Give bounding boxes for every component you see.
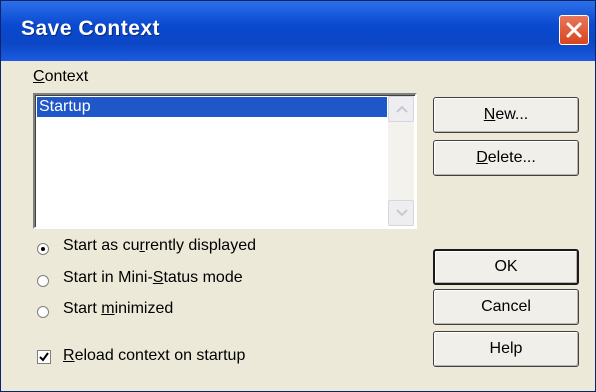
radio-dot	[41, 247, 45, 251]
ok-button[interactable]: OK	[433, 249, 579, 285]
list-item[interactable]: Startup	[37, 97, 387, 117]
radio-start-mini-status[interactable]	[37, 275, 49, 287]
chevron-down-icon	[396, 209, 408, 217]
reload-context-checkbox[interactable]	[37, 350, 51, 364]
close-icon	[566, 22, 582, 38]
context-label: Context	[33, 68, 89, 85]
radio-start-current[interactable]	[37, 243, 49, 255]
vertical-scrollbar[interactable]	[388, 96, 414, 226]
context-listbox[interactable]: Startup	[33, 93, 417, 229]
cancel-button[interactable]: Cancel	[433, 289, 579, 325]
save-context-dialog: Save Context Context Startup New... Dele…	[0, 0, 596, 392]
radio-label-start-current: Start as currently displayed	[63, 237, 256, 254]
new-button[interactable]: New...	[433, 97, 579, 133]
radio-start-minimized[interactable]	[37, 306, 49, 318]
dialog-title: Save Context	[21, 17, 161, 40]
close-button[interactable]	[559, 15, 589, 45]
reload-context-label: Reload context on startup	[63, 347, 246, 364]
chevron-up-icon	[396, 105, 408, 113]
radio-label-start-mini-status: Start in Mini-Status mode	[63, 269, 243, 286]
scroll-down-button[interactable]	[388, 200, 414, 226]
radio-label-start-minimized: Start minimized	[63, 300, 174, 317]
checkmark-icon	[39, 352, 49, 362]
delete-button[interactable]: Delete...	[433, 140, 579, 176]
scroll-up-button[interactable]	[388, 96, 414, 122]
title-bar[interactable]: Save Context	[1, 1, 595, 61]
help-button[interactable]: Help	[433, 331, 579, 367]
